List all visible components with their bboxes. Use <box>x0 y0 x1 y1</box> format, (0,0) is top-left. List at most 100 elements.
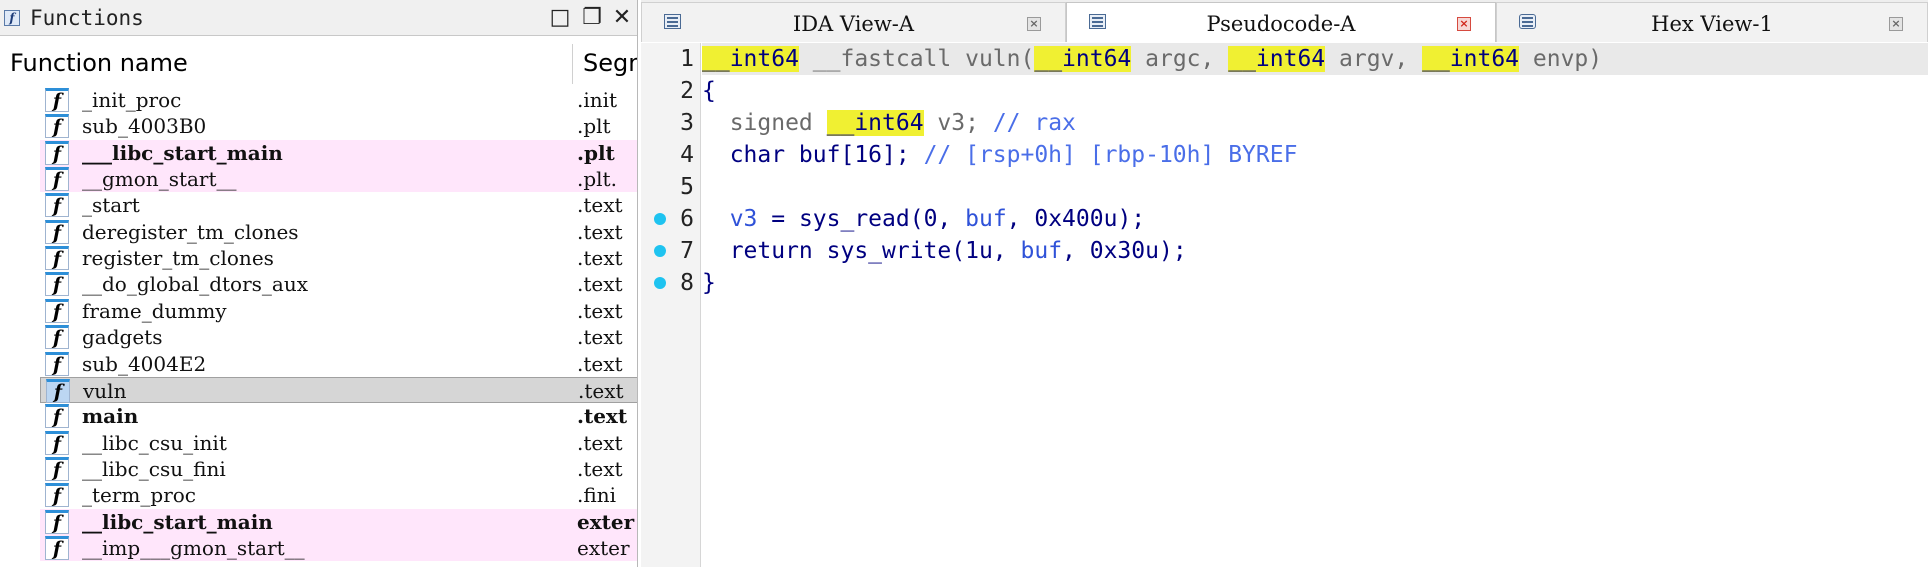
code-line-7[interactable]: return sys_write(1u, buf, 0x30u); <box>702 235 1187 267</box>
pseudocode-view[interactable]: 1 2 3 4 5 6 7 8 __int64 __fastcall vuln(… <box>641 43 1928 567</box>
functions-title: Functions <box>30 6 144 30</box>
function-segment: .text <box>577 193 623 218</box>
function-name: main <box>82 404 139 429</box>
function-row[interactable]: __do_global_dtors_aux .text <box>40 271 637 297</box>
function-segment: .text <box>578 378 624 403</box>
function-row[interactable]: __libc_csu_init .text <box>40 430 637 456</box>
close-tab-icon[interactable]: × <box>1027 17 1041 31</box>
tab-label: Hex View-1 <box>1651 12 1773 36</box>
function-row[interactable]: deregister_tm_clones .text <box>40 219 637 245</box>
code-text: argv, <box>1325 46 1423 72</box>
column-header-segment[interactable]: Segm <box>583 48 637 78</box>
functions-window: f Functions □ ❐ ✕ Function name Segm _in… <box>0 0 638 567</box>
function-icon <box>46 378 70 403</box>
function-name: register_tm_clones <box>82 246 274 271</box>
function-name: __libc_start_main <box>82 509 273 534</box>
code-line-4[interactable]: char buf[16]; // [rsp+0h] [rbp-10h] BYRE… <box>702 139 1298 171</box>
function-row[interactable]: ___libc_start_main .plt <box>40 139 637 166</box>
tab-pseudocode-a[interactable]: Pseudocode-A × <box>1066 2 1496 42</box>
function-window-icon: f <box>4 10 20 26</box>
function-icon <box>45 430 69 455</box>
restore-icon[interactable]: ❐ <box>580 6 604 30</box>
line-number-gutter: 1 2 3 4 5 6 7 8 <box>641 43 701 567</box>
function-row[interactable]: gadgets .text <box>40 324 637 350</box>
type-token[interactable]: __int64 <box>1228 46 1326 72</box>
variable-token[interactable]: v3 <box>730 206 758 232</box>
type-token[interactable]: __int64 <box>1422 46 1520 72</box>
close-icon[interactable]: ✕ <box>610 6 634 30</box>
line-number: 2 <box>680 78 694 104</box>
function-segment: .text <box>577 404 628 429</box>
breakpoint-marker[interactable] <box>654 213 666 225</box>
close-tab-icon[interactable]: × <box>1889 17 1903 31</box>
breakpoint-marker[interactable] <box>654 245 666 257</box>
function-row[interactable]: __gmon_start__ .plt. <box>40 166 637 193</box>
function-icon <box>45 298 69 323</box>
line-number: 3 <box>680 110 694 136</box>
function-icon <box>45 535 69 560</box>
function-icon <box>45 351 69 376</box>
function-segment: .fini <box>577 483 616 508</box>
function-segment: .text <box>577 325 623 350</box>
function-name: _init_proc <box>82 88 182 112</box>
type-token[interactable]: __int64 <box>1034 46 1132 72</box>
function-name: __gmon_start__ <box>82 167 237 192</box>
function-icon <box>45 325 69 350</box>
function-row[interactable]: sub_4004E2 .text <box>40 351 637 377</box>
function-row[interactable]: vuln .text <box>40 376 637 403</box>
function-segment: .init <box>577 88 618 112</box>
column-divider[interactable] <box>572 44 573 84</box>
code-text: , 0x30u); <box>1062 238 1187 264</box>
type-token[interactable]: __int64 <box>702 46 799 72</box>
variable-token[interactable]: buf <box>1021 238 1063 264</box>
function-segment: .text <box>577 219 623 244</box>
code-text: { <box>702 78 716 104</box>
function-icon <box>45 88 69 112</box>
code-line-3[interactable]: signed __int64 v3; // rax <box>702 107 1076 139</box>
code-comment: // [rsp+0h] [rbp-10h] BYREF <box>923 142 1298 168</box>
function-row[interactable]: __libc_start_main exter <box>40 508 637 535</box>
maximize-icon[interactable]: □ <box>548 6 572 30</box>
function-segment: exter <box>577 509 635 534</box>
function-row[interactable]: __libc_csu_fini .text <box>40 456 637 482</box>
function-icon <box>45 483 69 508</box>
function-name: __imp___gmon_start__ <box>82 535 305 560</box>
function-row[interactable]: _start .text <box>40 192 637 218</box>
function-icon <box>45 509 69 534</box>
tab-ida-view-a[interactable]: IDA View-A × <box>641 2 1066 42</box>
code-line-1[interactable]: __int64 __fastcall vuln(__int64 argc, __… <box>702 43 1602 75</box>
function-name: deregister_tm_clones <box>82 219 299 244</box>
code-line-8[interactable]: } <box>702 267 716 299</box>
code-line-2[interactable]: { <box>702 75 716 107</box>
function-row[interactable]: __imp___gmon_start__ exter <box>40 534 637 561</box>
function-icon <box>45 272 69 297</box>
function-row[interactable]: _init_proc .init <box>40 87 637 113</box>
code-comment: // rax <box>992 110 1076 136</box>
code-text: , 0x400u); <box>1006 206 1146 232</box>
code-text: __fastcall vuln( <box>798 46 1035 72</box>
column-header-function-name[interactable]: Function name <box>10 48 188 78</box>
tab-hex-view-1[interactable]: Hex View-1 × <box>1496 2 1928 42</box>
function-row[interactable]: sub_4003B0 .plt <box>40 113 637 139</box>
tab-label: Pseudocode-A <box>1206 12 1356 36</box>
function-row[interactable]: frame_dummy .text <box>40 298 637 324</box>
breakpoint-marker[interactable] <box>654 277 666 289</box>
function-segment: exter <box>577 535 630 560</box>
code-text: envp) <box>1519 46 1603 72</box>
close-tab-icon[interactable]: × <box>1457 17 1471 31</box>
line-number: 1 <box>680 46 694 72</box>
code-text: argc, <box>1131 46 1229 72</box>
code-line-6[interactable]: v3 = sys_read(0, buf, 0x400u); <box>702 203 1145 235</box>
function-segment: .plt. <box>577 167 617 192</box>
code-text: signed <box>702 110 827 136</box>
function-icon <box>45 140 69 165</box>
function-segment: .text <box>577 298 623 323</box>
function-row[interactable]: register_tm_clones .text <box>40 245 637 271</box>
type-token[interactable]: __int64 <box>826 110 924 136</box>
function-row[interactable]: main .text <box>40 403 637 429</box>
function-name: sub_4003B0 <box>82 114 207 139</box>
function-segment: .text <box>577 272 623 297</box>
function-name: __do_global_dtors_aux <box>82 272 308 297</box>
function-row[interactable]: _term_proc .fini <box>40 482 637 508</box>
variable-token[interactable]: buf <box>965 206 1007 232</box>
